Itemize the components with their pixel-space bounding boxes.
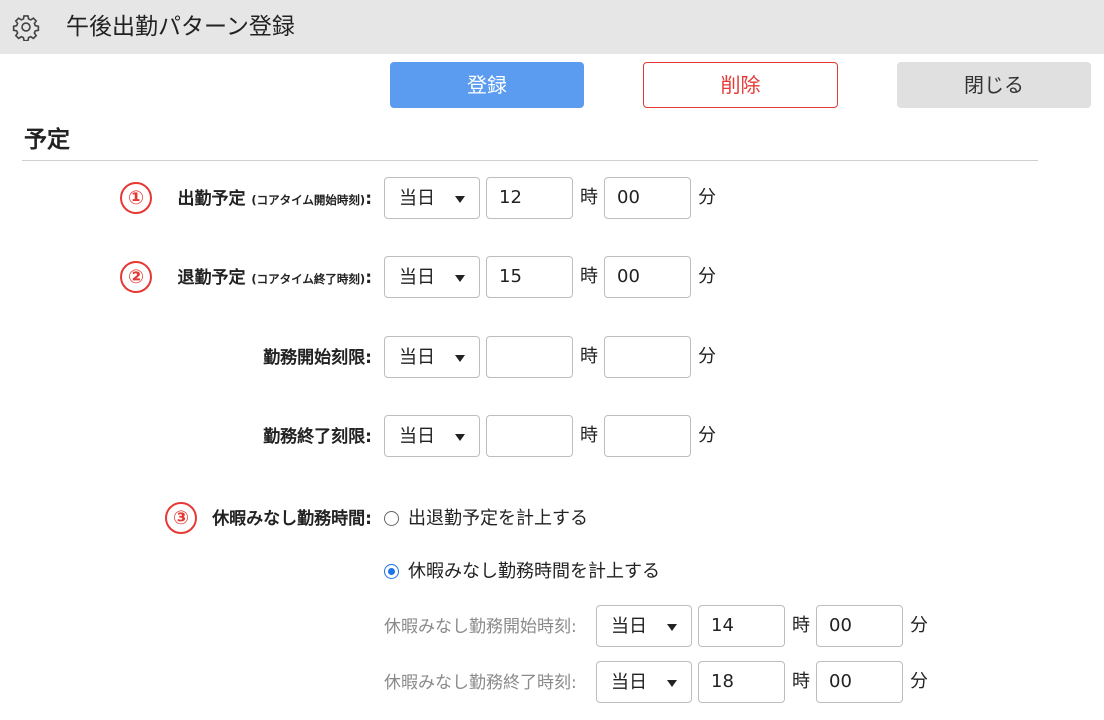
- deemed-start-hour-input[interactable]: 14: [698, 605, 785, 647]
- start-schedule-day-value: 当日: [399, 188, 435, 209]
- deemed-end-row: 休暇みなし勤務終了時刻: 当日 18 時 00 分: [0, 661, 1104, 705]
- section-title: 予定: [24, 127, 70, 153]
- end-schedule-day-select[interactable]: 当日: [384, 256, 480, 298]
- start-schedule-minute-input[interactable]: 00: [604, 177, 691, 219]
- delete-button[interactable]: 削除: [643, 62, 838, 108]
- hour-unit: 時: [580, 187, 598, 208]
- dropdown-arrow-icon: [455, 434, 465, 441]
- close-button[interactable]: 閉じる: [897, 62, 1091, 108]
- work-start-limit-row: 勤務開始刻限: 当日 時 分: [0, 336, 1104, 380]
- work-end-limit-hour-input[interactable]: [486, 415, 573, 457]
- work-start-limit-minute-input[interactable]: [604, 336, 691, 378]
- section-divider: [22, 160, 1038, 161]
- dropdown-arrow-icon: [667, 624, 677, 631]
- minute-unit: 分: [910, 671, 928, 692]
- work-end-limit-label: 勤務終了刻限:: [263, 427, 372, 447]
- end-schedule-day-value: 当日: [399, 267, 435, 288]
- end-schedule-hour-input[interactable]: 15: [486, 256, 573, 298]
- deemed-end-day-select[interactable]: 当日: [596, 661, 692, 703]
- deemed-end-hour-input[interactable]: 18: [698, 661, 785, 703]
- end-schedule-colon: :: [365, 268, 372, 288]
- marker-2: ②: [120, 261, 152, 293]
- radio-unchecked-icon[interactable]: [384, 511, 399, 526]
- deemed-end-day-value: 当日: [611, 672, 647, 693]
- work-end-limit-minute-input[interactable]: [604, 415, 691, 457]
- register-button[interactable]: 登録: [390, 62, 584, 108]
- end-schedule-minute-input[interactable]: 00: [604, 256, 691, 298]
- start-schedule-hour-input[interactable]: 12: [486, 177, 573, 219]
- work-end-limit-day-value: 当日: [399, 426, 435, 447]
- work-end-limit-day-select[interactable]: 当日: [384, 415, 480, 457]
- start-schedule-day-select[interactable]: 当日: [384, 177, 480, 219]
- dropdown-arrow-icon: [667, 680, 677, 687]
- start-schedule-row: ① 出勤予定 (コアタイム開始時刻): 当日 12 時 00 分: [0, 177, 1104, 221]
- minute-unit: 分: [698, 187, 716, 208]
- window-title: 午後出勤パターン登録: [66, 14, 295, 40]
- title-bar: 午後出勤パターン登録: [0, 0, 1104, 54]
- minute-unit: 分: [698, 425, 716, 446]
- radio-checked-icon[interactable]: [384, 564, 399, 579]
- dropdown-arrow-icon: [455, 196, 465, 203]
- hour-unit: 時: [580, 346, 598, 367]
- hour-unit: 時: [580, 425, 598, 446]
- start-schedule-colon: :: [365, 189, 372, 209]
- deemed-start-row: 休暇みなし勤務開始時刻: 当日 14 時 00 分: [0, 605, 1104, 649]
- start-schedule-label: 出勤予定 (コアタイム開始時刻):: [177, 185, 372, 214]
- deemed-start-day-select[interactable]: 当日: [596, 605, 692, 647]
- deemed-start-minute-input[interactable]: 00: [816, 605, 903, 647]
- leave-deemed-label: 休暇みなし勤務時間:: [212, 509, 372, 529]
- deemed-end-minute-input[interactable]: 00: [816, 661, 903, 703]
- work-start-limit-hour-input[interactable]: [486, 336, 573, 378]
- work-start-limit-day-value: 当日: [399, 347, 435, 368]
- deemed-start-label: 休暇みなし勤務開始時刻:: [384, 617, 577, 637]
- hour-unit: 時: [792, 615, 810, 636]
- hour-unit: 時: [580, 266, 598, 287]
- start-schedule-sublabel: (コアタイム開始時刻): [251, 193, 366, 207]
- work-start-limit-day-select[interactable]: 当日: [384, 336, 480, 378]
- hour-unit: 時: [792, 671, 810, 692]
- end-schedule-row: ② 退勤予定 (コアタイム終了時刻): 当日 15 時 00 分: [0, 256, 1104, 300]
- dropdown-arrow-icon: [455, 355, 465, 362]
- end-schedule-label-text: 退勤予定: [177, 268, 246, 288]
- marker-1: ①: [120, 182, 152, 214]
- end-schedule-sublabel: (コアタイム終了時刻): [251, 272, 366, 286]
- leave-deemed-row: ③ 休暇みなし勤務時間: 出退勤予定を計上する: [0, 497, 1104, 541]
- minute-unit: 分: [698, 346, 716, 367]
- deemed-end-label: 休暇みなし勤務終了時刻:: [384, 673, 577, 693]
- work-end-limit-row: 勤務終了刻限: 当日 時 分: [0, 415, 1104, 459]
- radio-count-schedule-label[interactable]: 出退勤予定を計上する: [408, 505, 588, 533]
- gear-icon: [12, 15, 40, 41]
- minute-unit: 分: [910, 615, 928, 636]
- marker-3: ③: [165, 502, 197, 534]
- end-schedule-label: 退勤予定 (コアタイム終了時刻):: [177, 264, 372, 293]
- work-start-limit-label: 勤務開始刻限:: [263, 348, 372, 368]
- deemed-start-day-value: 当日: [611, 616, 647, 637]
- start-schedule-label-text: 出勤予定: [177, 189, 246, 209]
- radio-count-deemed-label[interactable]: 休暇みなし勤務時間を計上する: [408, 558, 660, 586]
- minute-unit: 分: [698, 266, 716, 287]
- dropdown-arrow-icon: [455, 275, 465, 282]
